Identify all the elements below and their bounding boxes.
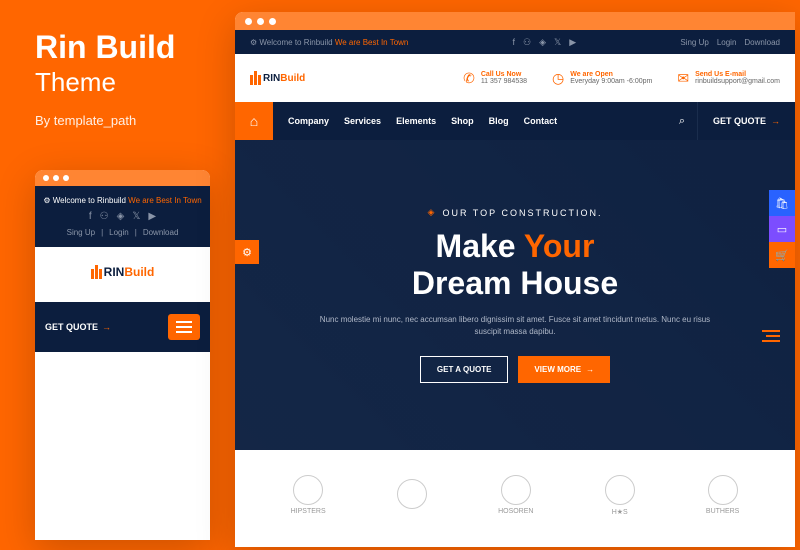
mobile-preview: ⚙ Welcome to Rinbuild We are Best In Tow… — [35, 170, 210, 540]
twitter-icon[interactable]: 𝕏 — [554, 37, 561, 48]
get-a-quote-button[interactable]: GET A QUOTE — [420, 356, 509, 383]
diamond-icon: ◈ — [428, 207, 437, 218]
nav-elements[interactable]: Elements — [396, 116, 436, 126]
hero-subtitle: Nunc molestie mi nunc, nec accumsan libe… — [315, 314, 715, 338]
side-toolbar: 🛍 ▭ 🛒 — [769, 190, 795, 268]
view-more-button[interactable]: VIEW MORE→ — [518, 356, 610, 383]
hero-heading: Make YourDream House — [412, 228, 618, 302]
byline: By template_path — [35, 113, 175, 128]
facebook-icon[interactable]: f — [89, 211, 92, 222]
call-info: ✆Call Us Now11 357 984538 — [463, 70, 527, 87]
title-line1: Rin Build — [35, 30, 175, 65]
logo[interactable]: RINBuild — [250, 71, 305, 85]
desktop-topbar: ⚙ Welcome to Rinbuild We are Best In Tow… — [235, 30, 795, 54]
download-link[interactable]: Download — [143, 228, 179, 237]
login-link[interactable]: Login — [717, 38, 737, 47]
desktop-preview: ⚙ Welcome to Rinbuild We are Best In Tow… — [235, 12, 795, 547]
phone-icon: ✆ — [463, 70, 475, 87]
hours-info: ◷We are OpenEveryday 9:00am -6:00pm — [552, 70, 652, 87]
twitter-icon[interactable]: 𝕏 — [132, 211, 140, 222]
desktop-header: RINBuild ✆Call Us Now11 357 984538 ◷We a… — [235, 54, 795, 102]
get-quote-button[interactable]: GET QUOTE→ — [45, 322, 111, 332]
email-info: ✉Send Us E-mailrinbuildsupport@gmail.com — [677, 70, 780, 87]
hero-tagline: ◈OUR TOP CONSTRUCTION. — [428, 207, 603, 218]
window-dots — [235, 12, 795, 30]
search-icon[interactable]: ⌕ — [667, 115, 697, 128]
nav-shop[interactable]: Shop — [451, 116, 474, 126]
skype-icon[interactable]: ⚇ — [100, 211, 109, 222]
window-dots — [35, 170, 210, 186]
login-link[interactable]: Login — [109, 228, 129, 237]
gear-icon[interactable]: ⚙ — [235, 240, 259, 264]
cart-icon[interactable]: 🛍 — [769, 190, 795, 216]
get-quote-button[interactable]: GET QUOTE→ — [697, 102, 795, 140]
main-nav: ⌂ Company Services Elements Shop Blog Co… — [235, 102, 795, 140]
mail-icon: ✉ — [677, 70, 689, 87]
logo[interactable]: RINBuild — [91, 265, 155, 279]
signup-link[interactable]: Sing Up — [680, 38, 708, 47]
youtube-icon[interactable]: ▶ — [148, 211, 156, 222]
signup-link[interactable]: Sing Up — [67, 228, 95, 237]
nav-company[interactable]: Company — [288, 116, 329, 126]
clock-icon: ◷ — [552, 70, 564, 87]
mobile-navbar: GET QUOTE→ — [35, 302, 210, 352]
slider-menu-icon[interactable] — [762, 330, 780, 342]
vimeo-icon[interactable]: ◈ — [539, 37, 546, 48]
partner-logo — [397, 479, 427, 512]
vimeo-icon[interactable]: ◈ — [117, 211, 125, 222]
hero-section: ⚙ 🛍 ▭ 🛒 ◈OUR TOP CONSTRUCTION. Make Your… — [235, 140, 795, 450]
partner-logo: BUTHERS — [706, 475, 739, 515]
mobile-topbar: ⚙ Welcome to Rinbuild We are Best In Tow… — [35, 186, 210, 247]
page-title-block: Rin Build Theme By template_path — [35, 30, 175, 128]
nav-services[interactable]: Services — [344, 116, 381, 126]
mobile-logo-area: RINBuild — [35, 247, 210, 302]
nav-blog[interactable]: Blog — [489, 116, 509, 126]
download-link[interactable]: Download — [744, 38, 780, 47]
partner-logo: HOSOREN — [498, 475, 533, 515]
skype-icon[interactable]: ⚇ — [523, 37, 531, 48]
partners-row: HIPSTERS HOSOREN H★S BUTHERS — [235, 450, 795, 540]
purchase-icon[interactable]: 🛒 — [769, 242, 795, 268]
screen-icon[interactable]: ▭ — [769, 216, 795, 242]
nav-contact[interactable]: Contact — [524, 116, 558, 126]
partner-logo: HIPSTERS — [291, 475, 326, 515]
facebook-icon[interactable]: f — [513, 37, 516, 48]
partner-logo: H★S — [605, 475, 635, 516]
hamburger-icon[interactable] — [168, 314, 200, 340]
home-icon[interactable]: ⌂ — [235, 102, 273, 140]
youtube-icon[interactable]: ▶ — [569, 37, 576, 48]
title-line2: Theme — [35, 67, 175, 98]
